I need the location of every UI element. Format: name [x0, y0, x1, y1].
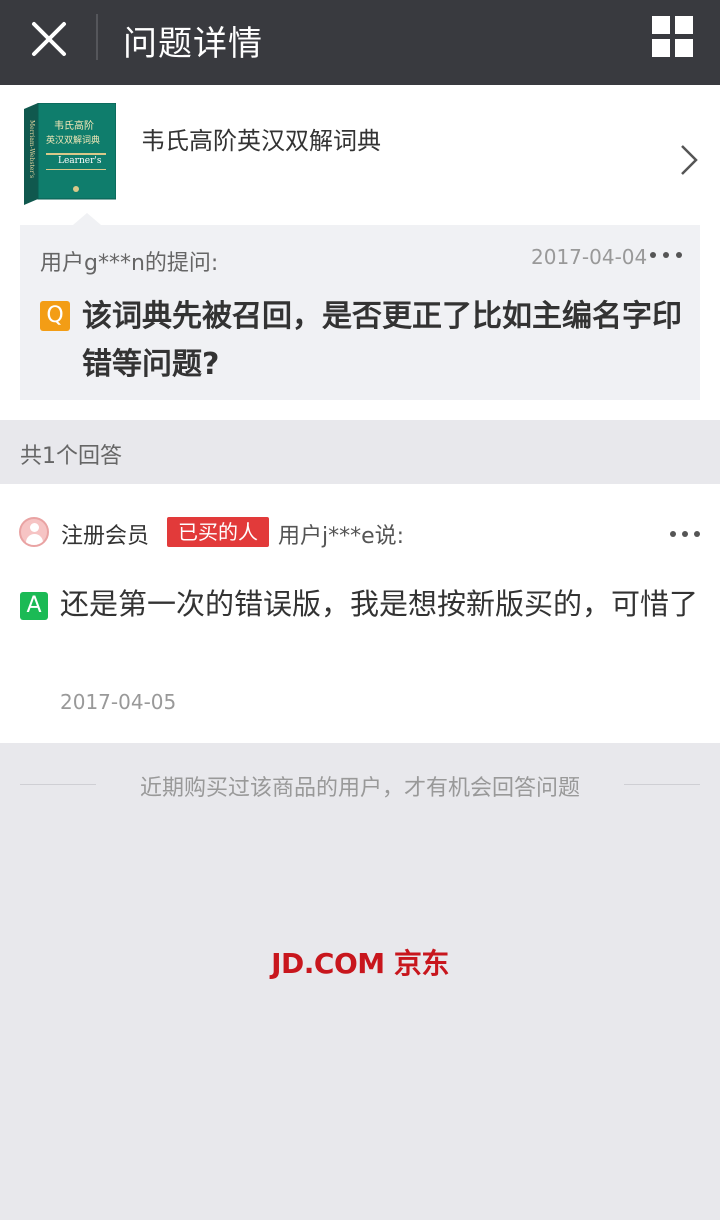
question-card: 用户g***n的提问: 2017-04-04 Q 该词典先被召回，是否更正了比如… [20, 225, 700, 400]
question-asker: 用户g***n的提问: [40, 251, 219, 276]
jd-logo: JD.COM 京东 [271, 947, 449, 980]
question-bubble-tip [73, 213, 101, 225]
book-title-line2: 英汉双解词典 [46, 134, 100, 146]
avatar[interactable] [19, 517, 49, 547]
question-badge: Q [40, 301, 70, 331]
page-title: 问题详情 [123, 24, 263, 64]
answer-text: 还是第一次的错误版，我是想按新版买的，可惜了 [60, 587, 699, 621]
book-spine-text: Merriam-Webster's [28, 120, 35, 178]
question-text: 该词典先被召回，是否更正了比如主编名字印错等问题? [82, 299, 682, 382]
close-icon[interactable] [24, 14, 74, 64]
answerer-name: 用户j***e说: [278, 524, 405, 549]
chevron-right-icon[interactable] [676, 143, 702, 177]
topbar-divider [96, 14, 98, 60]
answer-card: 注册会员 已买的人 用户j***e说: A 还是第一次的错误版，我是想按新版买的… [0, 484, 720, 743]
question-date: 2017-04-04 [531, 245, 648, 269]
answer-eligibility-notice: 近期购买过该商品的用户，才有机会回答问题 [0, 770, 720, 802]
buyer-badge: 已买的人 [167, 517, 269, 547]
top-bar: 问题详情 [0, 0, 720, 85]
book-learner-text: Learner's [58, 156, 102, 166]
question-more-icon[interactable] [648, 245, 684, 265]
answer-badge: A [20, 592, 48, 620]
answer-count-bar: 共1个回答 [0, 420, 720, 484]
product-name[interactable]: 韦氏高阶英汉双解词典 [141, 121, 381, 156]
notice-text: 近期购买过该商品的用户，才有机会回答问题 [117, 776, 602, 801]
product-section: Merriam-Webster's 韦氏高阶 英汉双解词典 Learner's … [0, 85, 720, 420]
book-title-line1: 韦氏高阶 [54, 119, 94, 132]
grid-menu-icon[interactable] [650, 14, 696, 60]
answer-more-icon[interactable] [666, 524, 702, 544]
answer-count: 共1个回答 [20, 444, 122, 469]
book-cover-image[interactable]: Merriam-Webster's 韦氏高阶 英汉双解词典 Learner's [24, 102, 117, 205]
answer-date: 2017-04-05 [60, 690, 177, 714]
member-level-label: 注册会员 [61, 524, 150, 549]
